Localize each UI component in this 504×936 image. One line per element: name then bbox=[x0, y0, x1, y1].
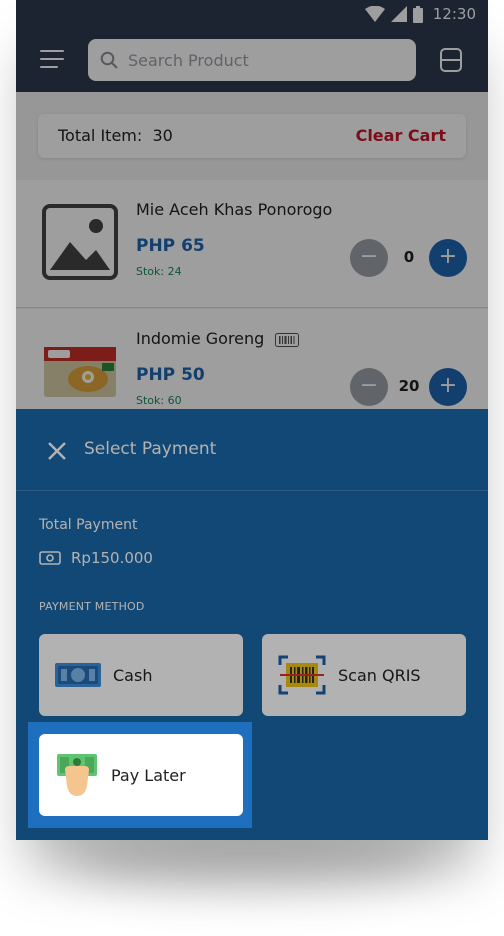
cash-payment-button[interactable]: Cash bbox=[39, 634, 243, 716]
scan-qris-button[interactable]: Scan QRIS bbox=[262, 634, 466, 716]
sheet-dim-overlay-left bbox=[16, 722, 28, 840]
pay-later-icon bbox=[57, 754, 97, 796]
phone-screen: 12:30 Total Item: 30 Clear Cart bbox=[16, 0, 488, 840]
cash-label: Cash bbox=[113, 665, 153, 685]
qris-scan-icon bbox=[278, 655, 326, 695]
sheet-dim-overlay-right bbox=[252, 722, 488, 840]
total-payment-amount: Rp150.000 bbox=[71, 549, 153, 567]
close-icon[interactable] bbox=[46, 440, 68, 462]
money-icon bbox=[39, 551, 61, 565]
payment-method-label: PAYMENT METHOD bbox=[39, 600, 145, 613]
total-payment-label: Total Payment bbox=[39, 517, 138, 533]
sheet-header: Select Payment bbox=[16, 409, 488, 491]
pay-later-label: Pay Later bbox=[111, 765, 186, 785]
sheet-title: Select Payment bbox=[84, 439, 217, 459]
select-payment-sheet: Select Payment Total Payment Rp150.000 P… bbox=[16, 409, 488, 840]
scan-qris-label: Scan QRIS bbox=[338, 665, 421, 685]
cash-icon bbox=[55, 663, 101, 687]
total-payment-row: Rp150.000 bbox=[39, 549, 153, 567]
pay-later-selected-highlight: Pay Later bbox=[28, 722, 252, 828]
pay-later-button[interactable]: Pay Later bbox=[39, 734, 243, 816]
sheet-dim-overlay-bottom bbox=[28, 828, 252, 840]
